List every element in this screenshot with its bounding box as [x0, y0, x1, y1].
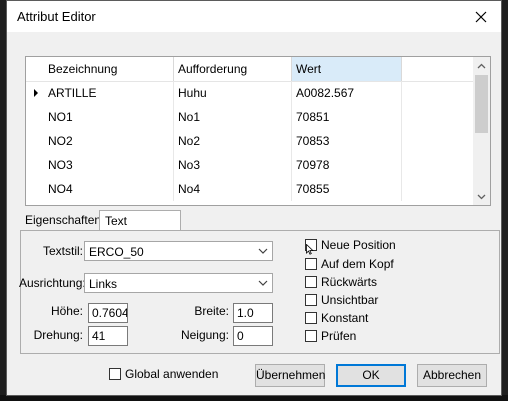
cell-wert[interactable]: 70978: [292, 153, 402, 177]
checkbox-global-anwenden[interactable]: [109, 368, 121, 380]
textstil-select[interactable]: ERCO_50: [84, 241, 273, 261]
column-header-wert[interactable]: Wert: [292, 57, 402, 81]
checkbox-konstant[interactable]: [305, 312, 317, 324]
close-icon: [475, 11, 487, 22]
textstil-value: ERCO_50: [89, 245, 144, 259]
cell-aufforderung[interactable]: No4: [174, 177, 292, 201]
close-button[interactable]: [461, 1, 501, 32]
breite-label: Breite:: [194, 304, 229, 318]
cell-aufforderung[interactable]: No1: [174, 105, 292, 129]
hoehe-label: Höhe:: [50, 304, 83, 318]
hoehe-input[interactable]: 0.76044: [88, 303, 128, 323]
current-row-arrow-icon: [34, 89, 38, 97]
konstant-label[interactable]: Konstant: [321, 311, 368, 325]
neigung-input[interactable]: 0: [233, 326, 273, 346]
cell-wert[interactable]: 70853: [292, 129, 402, 153]
checkbox-rueckwaerts[interactable]: [305, 276, 317, 288]
attribute-grid[interactable]: Bezeichnung Aufforderung Wert ARTILLE Hu…: [25, 56, 491, 206]
neue-position-label[interactable]: Neue Position: [321, 238, 396, 252]
checkbox-auf-dem-kopf[interactable]: [305, 258, 317, 270]
row-header: [26, 177, 44, 201]
chevron-down-icon: [258, 248, 268, 254]
unsichtbar-label[interactable]: Unsichtbar: [321, 293, 378, 307]
rueckwaerts-label[interactable]: Rückwärts: [321, 275, 377, 289]
cell-aufforderung[interactable]: No2: [174, 129, 292, 153]
ausrichtung-label: Ausrichtung:: [19, 276, 86, 290]
cell-aufforderung[interactable]: No3: [174, 153, 292, 177]
table-row[interactable]: ARTILLE Huhu A0082.567: [26, 81, 474, 105]
attribut-editor-dialog: Attribut Editor Bezeichnung Aufforderung…: [6, 0, 502, 396]
table-row[interactable]: NO4 No4 70855: [26, 177, 474, 201]
scroll-thumb[interactable]: [475, 75, 488, 133]
cell-bezeichnung[interactable]: NO2: [44, 129, 174, 153]
cell-wert[interactable]: A0082.567: [292, 81, 402, 105]
table-row[interactable]: NO1 No1 70851: [26, 105, 474, 129]
tab-text-optionen[interactable]: Text Optionen: [99, 210, 181, 248]
scroll-down-button[interactable]: [473, 188, 490, 205]
neigung-label: Neigung:: [180, 328, 229, 342]
cancel-button[interactable]: Abbrechen: [417, 364, 487, 387]
grid-header: Bezeichnung Aufforderung Wert: [26, 57, 474, 82]
column-header-aufforderung[interactable]: Aufforderung: [174, 57, 292, 81]
apply-button[interactable]: Übernehmen: [255, 364, 325, 387]
row-header-corner: [26, 57, 44, 81]
global-anwenden-label[interactable]: Global anwenden: [125, 367, 218, 381]
mouse-cursor-icon: [306, 244, 314, 255]
row-header: [26, 153, 44, 177]
cell-bezeichnung[interactable]: NO4: [44, 177, 174, 201]
cell-aufforderung[interactable]: Huhu: [174, 81, 292, 105]
ausrichtung-value: Links: [89, 277, 118, 291]
window-title: Attribut Editor: [17, 9, 96, 24]
table-row[interactable]: NO3 No3 70978: [26, 153, 474, 177]
checkbox-pruefen[interactable]: [305, 330, 317, 342]
table-row[interactable]: NO2 No2 70853: [26, 129, 474, 153]
chevron-up-icon: [477, 63, 486, 68]
scroll-up-button[interactable]: [473, 57, 490, 74]
row-header: [26, 105, 44, 129]
drehung-input[interactable]: 41: [88, 326, 128, 346]
cell-bezeichnung[interactable]: NO3: [44, 153, 174, 177]
row-header: [26, 129, 44, 153]
row-header: [26, 81, 44, 105]
breite-input[interactable]: 1.0: [233, 303, 273, 323]
column-header-bezeichnung[interactable]: Bezeichnung: [44, 57, 174, 81]
tab-eigenschaften[interactable]: Eigenschaften: [20, 210, 102, 230]
grid-vertical-scrollbar[interactable]: [473, 57, 490, 205]
chevron-down-icon: [258, 280, 268, 286]
cell-bezeichnung[interactable]: NO1: [44, 105, 174, 129]
ausrichtung-select[interactable]: Links: [84, 273, 273, 293]
drehung-label: Drehung:: [33, 328, 83, 342]
auf-dem-kopf-label[interactable]: Auf dem Kopf: [321, 257, 394, 271]
cell-wert[interactable]: 70855: [292, 177, 402, 201]
ok-button[interactable]: OK: [336, 364, 406, 387]
cell-bezeichnung[interactable]: ARTILLE: [44, 81, 174, 105]
textstil-label: Textstil:: [42, 244, 83, 258]
title-bar: Attribut Editor: [7, 1, 501, 32]
pruefen-label[interactable]: Prüfen: [321, 329, 356, 343]
cell-wert[interactable]: 70851: [292, 105, 402, 129]
checkbox-unsichtbar[interactable]: [305, 294, 317, 306]
chevron-down-icon: [477, 194, 486, 199]
